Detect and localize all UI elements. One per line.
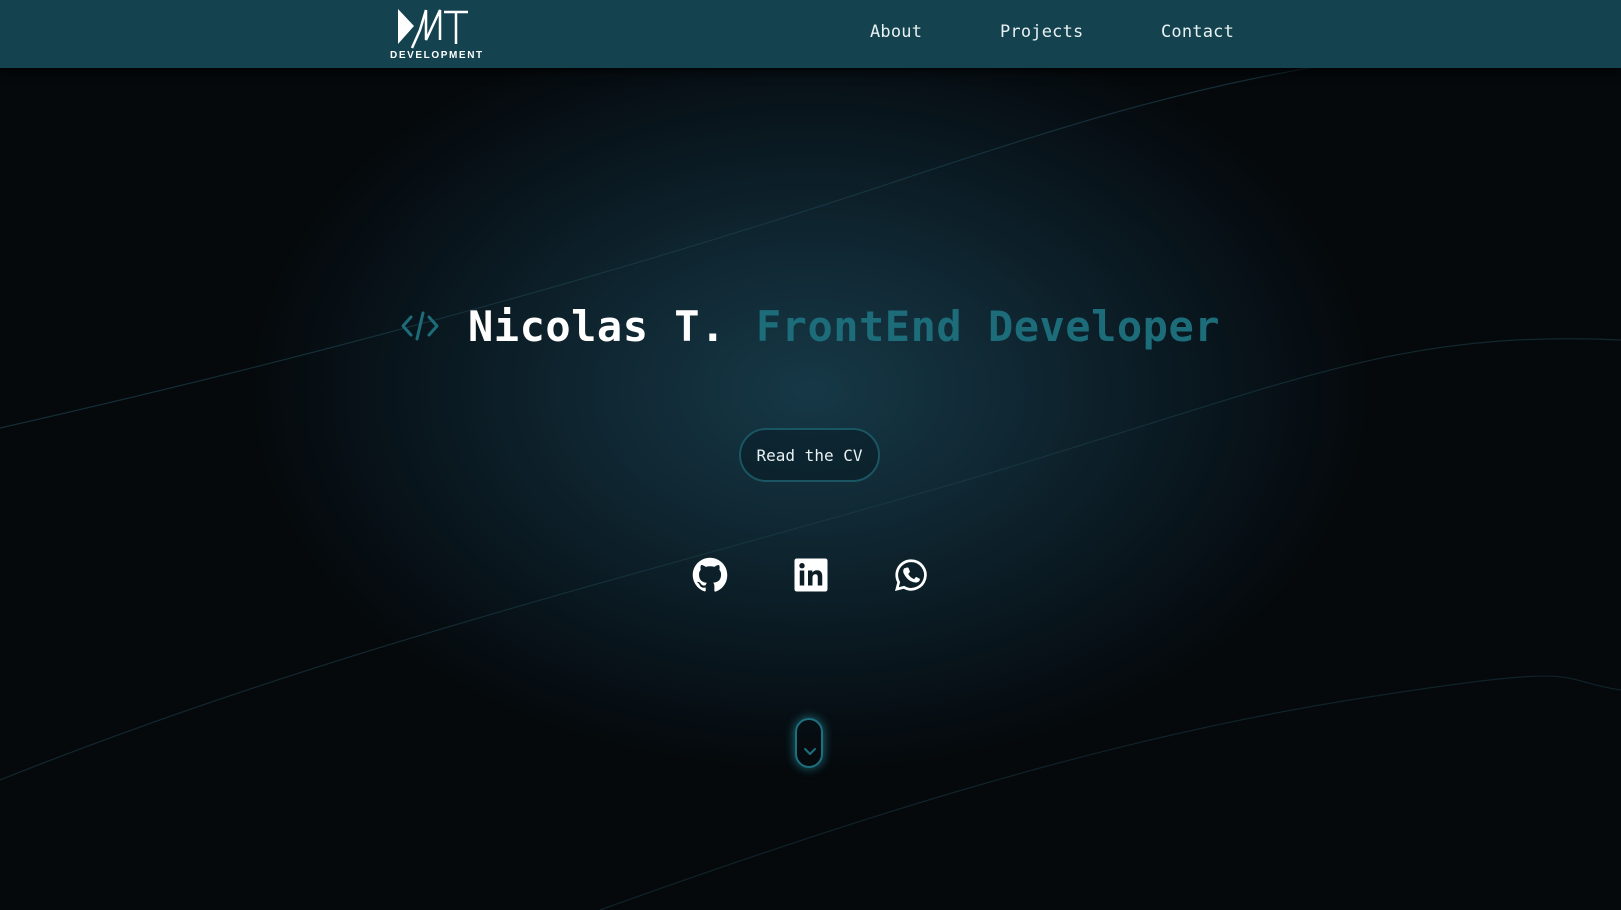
linkedin-link[interactable] <box>793 557 829 593</box>
navbar: DEVELOPMENT About Projects Contact <box>0 0 1621 68</box>
github-link[interactable] <box>692 557 728 593</box>
hero-role: FrontEnd Developer <box>755 301 1221 351</box>
whatsapp-link[interactable] <box>893 557 929 593</box>
hero-title: Nicolas T. FrontEnd Developer <box>400 296 1220 356</box>
nav-link-contact[interactable]: Contact <box>1161 22 1234 42</box>
nav-links: About Projects Contact <box>0 0 1621 68</box>
hero-name: Nicolas T. <box>468 301 726 351</box>
github-icon <box>692 557 728 592</box>
read-cv-button[interactable]: Read the CV <box>739 428 880 482</box>
code-brackets-icon <box>401 311 439 341</box>
nav-link-about[interactable]: About <box>870 22 922 42</box>
page: DEVELOPMENT About Projects Contact Nicol… <box>0 0 1621 910</box>
scroll-down-indicator[interactable] <box>795 718 823 768</box>
chevron-down-icon <box>804 748 816 755</box>
linkedin-icon <box>794 558 828 592</box>
whatsapp-icon <box>895 559 927 591</box>
nav-link-projects[interactable]: Projects <box>1000 22 1083 42</box>
